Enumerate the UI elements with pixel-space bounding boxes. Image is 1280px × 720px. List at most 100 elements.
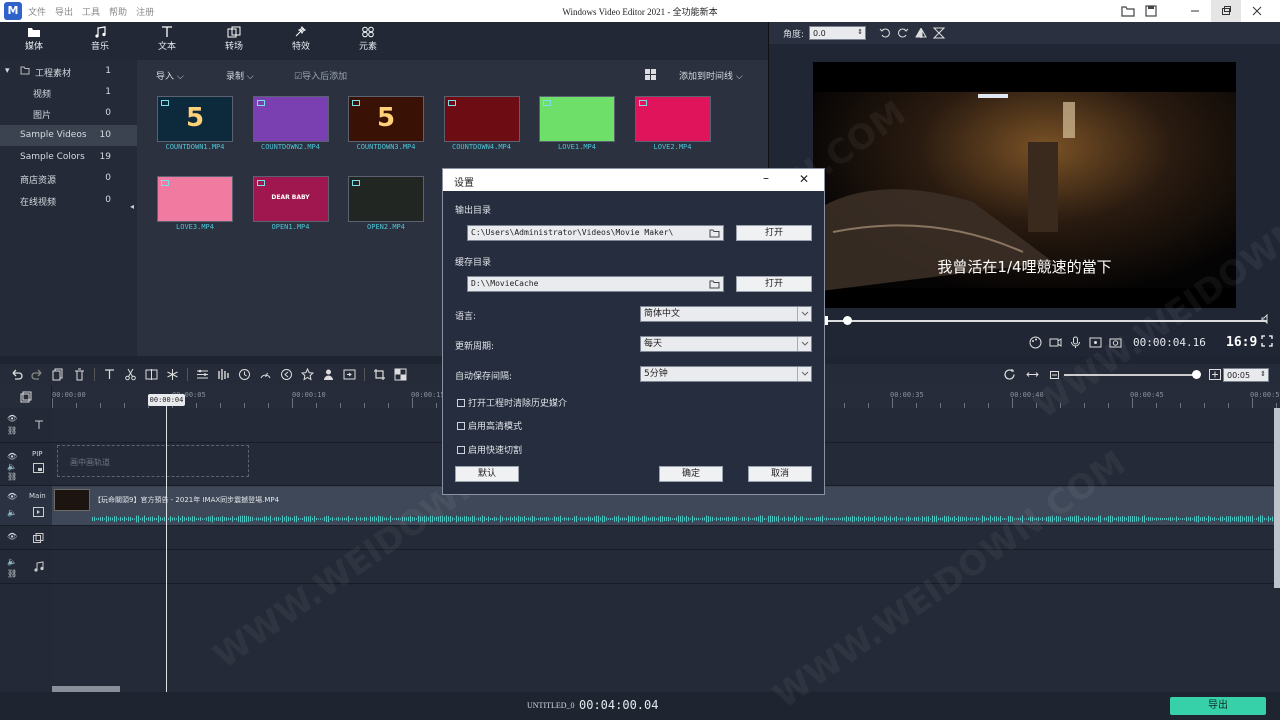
split-icon[interactable]	[145, 368, 158, 381]
sidebar-item-sample-colors[interactable]: Sample Colors 19	[0, 147, 137, 168]
text-tool-icon[interactable]	[103, 368, 116, 381]
playhead-line[interactable]	[166, 400, 167, 692]
playhead-time[interactable]: 00:00:04	[148, 394, 185, 406]
camera-record-icon[interactable]	[1049, 336, 1062, 349]
media-thumbnail[interactable]: 5 COUNTDOWN3.MP4	[347, 95, 425, 155]
add-to-timeline-dropdown[interactable]: 添加到时间线 ⌵	[679, 69, 743, 82]
tool-media[interactable]: 媒体	[9, 26, 59, 56]
minimize-button[interactable]	[1180, 0, 1210, 22]
maximize-button[interactable]	[1211, 0, 1241, 22]
menu-register[interactable]: 注册	[136, 5, 154, 18]
flip-vertical-icon[interactable]	[933, 27, 945, 39]
browse-folder-icon[interactable]	[709, 228, 720, 238]
import-dropdown[interactable]: 导入 ⌵	[156, 69, 184, 82]
menu-file[interactable]: 文件	[28, 5, 46, 18]
reverse-icon[interactable]	[280, 368, 293, 381]
delete-icon[interactable]	[73, 368, 86, 381]
fit-width-icon[interactable]	[1026, 368, 1039, 381]
expand-arrow-icon[interactable]: ▾	[5, 66, 10, 76]
dialog-minimize-button[interactable]: –	[763, 171, 769, 185]
undo-icon[interactable]	[10, 368, 23, 381]
speed-icon[interactable]	[259, 368, 272, 381]
sidebar-item-project-assets[interactable]: ▾ 工程素材 1	[0, 61, 137, 82]
person-icon[interactable]	[322, 368, 335, 381]
media-thumbnail[interactable]: LOVE3.MP4	[156, 175, 234, 235]
media-thumbnail[interactable]: LOVE1.MP4	[538, 95, 616, 155]
menu-tools[interactable]: 工具	[82, 5, 100, 18]
screen-capture-icon[interactable]	[1089, 336, 1102, 349]
zoom-duration-input[interactable]: 00:05 ⇕	[1223, 368, 1269, 382]
audio-mix-icon[interactable]	[217, 368, 230, 381]
spinner-icon[interactable]: ⇕	[857, 26, 863, 39]
flip-horizontal-icon[interactable]	[915, 27, 927, 39]
rotate-left-icon[interactable]	[879, 27, 891, 39]
eye-icon[interactable]: 👁	[7, 532, 17, 541]
fullscreen-icon[interactable]	[1261, 335, 1273, 347]
close-button[interactable]	[1242, 0, 1272, 22]
cache-dir-field[interactable]: D:\\MovieCache	[467, 276, 724, 292]
tool-text[interactable]: 文本	[142, 26, 192, 56]
sidebar-item-video[interactable]: 视频 1	[0, 82, 137, 103]
ok-button[interactable]: 确定	[659, 466, 723, 482]
media-thumbnail[interactable]: COUNTDOWN2.MP4	[252, 95, 330, 155]
menu-help[interactable]: 帮助	[109, 5, 127, 18]
open-folder-icon[interactable]	[1120, 3, 1136, 19]
copy-icon[interactable]	[52, 368, 65, 381]
save-icon[interactable]	[1143, 3, 1159, 19]
add-track-icon[interactable]	[20, 391, 32, 403]
mosaic-icon[interactable]	[394, 368, 407, 381]
scrubber-handle[interactable]	[843, 316, 852, 325]
dialog-close-button[interactable]: ✕	[799, 172, 809, 186]
export-button[interactable]: 导出	[1170, 697, 1266, 715]
media-thumbnail[interactable]: COUNTDOWN4.MP4	[443, 95, 521, 155]
audio-track[interactable]	[52, 550, 1274, 584]
duration-icon[interactable]	[238, 368, 251, 381]
browse-folder-icon[interactable]	[709, 279, 720, 289]
link-icon[interactable]: ⛓	[7, 426, 17, 435]
fast-cut-checkbox[interactable]: 启用快速切割	[457, 443, 522, 456]
cancel-button[interactable]: 取消	[748, 466, 812, 482]
hd-mode-checkbox[interactable]: 启用高清模式	[457, 419, 522, 432]
palette-icon[interactable]	[1029, 336, 1042, 349]
eye-icon[interactable]: 👁	[7, 452, 17, 461]
eye-icon[interactable]: 👁	[7, 492, 17, 501]
volume-icon[interactable]: 🔈	[7, 557, 17, 566]
snapshot-icon[interactable]	[1109, 336, 1122, 349]
volume-icon[interactable]	[1261, 314, 1271, 324]
autosave-select[interactable]: 5分钟	[640, 366, 812, 382]
link-icon[interactable]: ⛓	[7, 569, 17, 578]
volume-icon[interactable]: 🔈	[7, 508, 17, 517]
refresh-icon[interactable]	[1003, 368, 1016, 381]
cut-icon[interactable]	[124, 368, 137, 381]
output-dir-field[interactable]: C:\Users\Administrator\Videos\Movie Make…	[467, 225, 724, 241]
clear-history-checkbox[interactable]: 打开工程时清除历史媒介	[457, 396, 567, 409]
adjust-icon[interactable]	[196, 368, 209, 381]
link-icon[interactable]: ⛓	[7, 472, 17, 481]
rotate-right-icon[interactable]	[897, 27, 909, 39]
video-preview[interactable]: 我曾活在1/4哩競速的當下	[813, 62, 1236, 308]
freeze-icon[interactable]	[166, 368, 179, 381]
grid-view-icon[interactable]	[645, 69, 656, 80]
redo-icon[interactable]	[31, 368, 44, 381]
eye-icon[interactable]: 👁	[7, 414, 17, 423]
tool-transition[interactable]: 转场	[209, 26, 259, 56]
zoom-in-icon[interactable]	[1209, 369, 1221, 380]
open-output-button[interactable]: 打开	[736, 225, 812, 241]
auto-add-checkbox[interactable]: ☑导入后添加	[294, 69, 347, 82]
aspect-ratio-button[interactable]: 16:9	[1226, 335, 1257, 350]
language-select[interactable]: 简体中文	[640, 306, 812, 322]
collapse-sidebar-icon[interactable]: ◂	[130, 202, 134, 211]
favorite-star-icon[interactable]	[301, 368, 314, 381]
media-thumbnail[interactable]: LOVE2.MP4	[634, 95, 712, 155]
timeline-vertical-scrollbar[interactable]	[1274, 408, 1280, 588]
sidebar-item-sample-videos[interactable]: Sample Videos 10	[0, 125, 137, 146]
default-button[interactable]: 默认	[455, 466, 519, 482]
pip-drop-zone[interactable]: 画中画轨道	[57, 445, 249, 477]
media-thumbnail[interactable]: DEAR BABY OPEN1.MP4	[252, 175, 330, 235]
open-cache-button[interactable]: 打开	[736, 276, 812, 292]
zoom-slider-handle[interactable]	[1192, 370, 1201, 379]
sidebar-item-online-video[interactable]: 在线视频 0	[0, 190, 137, 211]
tool-music[interactable]: 音乐	[75, 26, 125, 56]
overlay-track[interactable]	[52, 526, 1274, 550]
microphone-icon[interactable]	[1069, 336, 1082, 349]
